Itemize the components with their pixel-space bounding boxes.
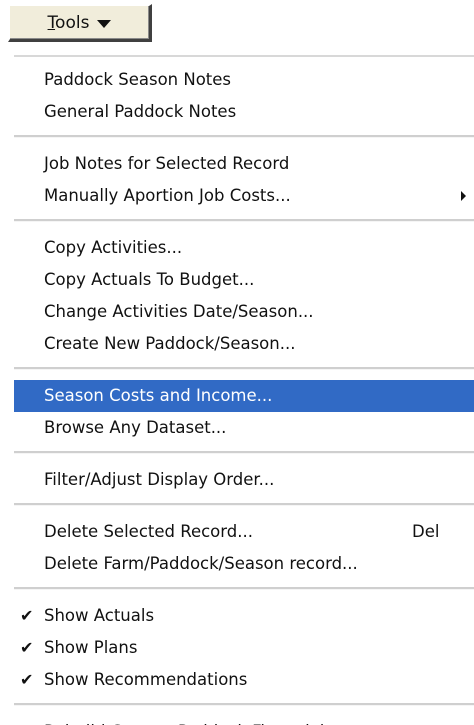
chevron-down-icon (97, 19, 112, 28)
menu-item[interactable]: ✔ Show Actuals (0, 600, 474, 632)
menu-item[interactable]: Filter/Adjust Display Order... (0, 464, 474, 496)
submenu-arrow-icon (461, 191, 466, 201)
menu-item[interactable]: Browse Any Dataset... (0, 412, 474, 444)
menu-item[interactable]: Paddock Season Notes (0, 64, 474, 96)
menu-item[interactable]: Job Notes for Selected Record (0, 148, 474, 180)
tools-mnemonic: T (47, 12, 56, 33)
menu-separator (14, 451, 474, 454)
menu-item-label: Paddock Season Notes (44, 70, 232, 89)
menu-item[interactable]: Copy Activities... (0, 232, 474, 264)
menu-item-label: Show Plans (44, 638, 138, 657)
menu-item[interactable]: Manually Aportion Job Costs... (0, 180, 474, 212)
menu-item-label: Show Recommendations (44, 670, 248, 689)
menu-separator (14, 503, 474, 506)
menu-separator (14, 703, 474, 706)
menu-item-label: Create New Paddock/Season... (44, 334, 296, 353)
menu-item[interactable]: Copy Actuals To Budget... (0, 264, 474, 296)
tools-menu-button[interactable]: Tools (8, 4, 152, 42)
menu-item[interactable]: Rebuild Current Paddock Financials (0, 716, 474, 725)
menu-item-label: Copy Actuals To Budget... (44, 270, 255, 289)
tools-dropdown-menu: Paddock Season Notes General Paddock Note… (0, 44, 474, 725)
menu-item[interactable]: ✔ Show Recommendations (0, 664, 474, 696)
menu-separator (14, 219, 474, 222)
menu-item-label: Browse Any Dataset... (44, 418, 227, 437)
menu-separator (14, 587, 474, 590)
checkmark-icon: ✔ (20, 638, 34, 657)
menu-item[interactable]: Season Costs and Income... (14, 380, 474, 412)
checkmark-icon: ✔ (20, 606, 34, 625)
menu-item-label: Show Actuals (44, 606, 155, 625)
menu-item-label: Manually Aportion Job Costs... (44, 186, 291, 205)
menu-item-label: Season Costs and Income... (44, 386, 273, 405)
menu-top-border (14, 55, 474, 57)
menu-item-label: General Paddock Notes (44, 102, 237, 121)
menu-item-label: Delete Farm/Paddock/Season record... (44, 554, 358, 573)
menu-item-label: Change Activities Date/Season... (44, 302, 314, 321)
menu-item[interactable]: ✔ Show Plans (0, 632, 474, 664)
menu-item-shortcut: Del (412, 522, 440, 541)
checkmark-icon: ✔ (20, 670, 34, 689)
tools-button-label: Tools (48, 13, 90, 33)
menu-separator (14, 367, 474, 370)
menu-item[interactable]: Delete Farm/Paddock/Season record... (0, 548, 474, 580)
menu-item-label: Delete Selected Record... (44, 522, 253, 541)
menu-separator (14, 135, 474, 138)
menu-item[interactable]: General Paddock Notes (0, 96, 474, 128)
menu-item[interactable]: Delete Selected Record... Del (0, 516, 474, 548)
menu-item[interactable]: Create New Paddock/Season... (0, 328, 474, 360)
tools-label-rest: ools (55, 12, 90, 33)
menu-item-label: Filter/Adjust Display Order... (44, 470, 275, 489)
menu-item-label: Copy Activities... (44, 238, 183, 257)
menu-item-label: Job Notes for Selected Record (44, 154, 290, 173)
menu-item[interactable]: Change Activities Date/Season... (0, 296, 474, 328)
